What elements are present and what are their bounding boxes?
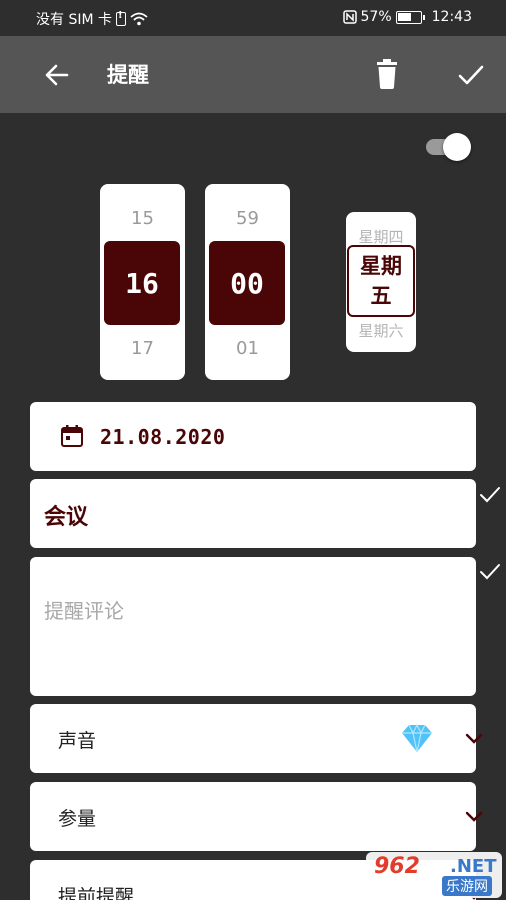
- hour-prev[interactable]: 15: [100, 208, 185, 229]
- diamond-icon: [402, 723, 432, 753]
- back-button[interactable]: [40, 58, 74, 92]
- day-picker[interactable]: 星期四 星期 五 星期六: [346, 212, 416, 352]
- chevron-down-icon: [465, 733, 483, 744]
- minute-selected[interactable]: 00: [209, 241, 285, 325]
- comment-field[interactable]: [30, 557, 476, 696]
- status-right: 57% 12:43: [342, 9, 472, 25]
- comment-confirm-check-icon[interactable]: [478, 559, 502, 583]
- status-bar: 没有 SIM 卡 57% 12:43: [0, 0, 506, 36]
- date-field[interactable]: 21.08.2020: [30, 402, 476, 471]
- page-title: 提醒: [107, 63, 149, 87]
- title-value: 会议: [44, 505, 89, 530]
- day-selected-line1: 星期: [360, 254, 402, 278]
- reminder-enabled-toggle[interactable]: [426, 133, 472, 161]
- watermark-domain: .NET: [450, 856, 497, 877]
- toolbar: 提醒: [0, 36, 506, 113]
- minute-picker[interactable]: 59 00 01: [205, 184, 290, 380]
- day-selected-line2: 五: [370, 284, 392, 308]
- toggle-thumb: [443, 133, 471, 161]
- minute-next[interactable]: 01: [205, 338, 290, 359]
- hour-selected[interactable]: 16: [104, 241, 180, 325]
- watermark-site: 乐游网: [442, 876, 492, 896]
- day-prev[interactable]: 星期四: [346, 226, 416, 247]
- save-button[interactable]: [454, 58, 488, 92]
- sound-option[interactable]: 声音: [30, 704, 483, 773]
- title-field[interactable]: 会议: [30, 479, 476, 548]
- calendar-icon: [61, 425, 83, 447]
- day-selected[interactable]: 星期 五: [347, 245, 415, 317]
- sim-alert-icon: [116, 10, 126, 26]
- comment-input[interactable]: [44, 599, 454, 623]
- arrow-left-icon: [45, 64, 69, 86]
- date-value: 21.08.2020: [100, 425, 226, 449]
- parameters-label: 参量: [58, 808, 97, 830]
- title-confirm-check-icon[interactable]: [478, 482, 502, 506]
- carrier-text: 没有 SIM 卡: [36, 12, 112, 28]
- clock: 12:43: [431, 9, 472, 25]
- battery-percent: 57%: [360, 9, 392, 25]
- advance-reminder-label: 提前提醒: [58, 886, 135, 900]
- day-next[interactable]: 星期六: [346, 320, 416, 341]
- parameters-option[interactable]: 参量: [30, 782, 483, 851]
- watermark-brand: 962: [374, 854, 420, 879]
- wifi-icon: [130, 12, 148, 26]
- hour-next[interactable]: 17: [100, 338, 185, 359]
- minute-prev[interactable]: 59: [205, 208, 290, 229]
- nfc-icon: [342, 10, 357, 24]
- check-icon: [458, 65, 484, 85]
- battery-charging-icon: [395, 10, 425, 24]
- chevron-down-icon: [465, 811, 483, 822]
- sound-label: 声音: [58, 730, 97, 752]
- watermark-logo: 962 .NET 乐游网: [366, 852, 502, 898]
- trash-icon: [377, 59, 397, 89]
- delete-button[interactable]: [370, 56, 404, 92]
- hour-picker[interactable]: 15 16 17: [100, 184, 185, 380]
- status-left: 没有 SIM 卡: [36, 9, 148, 29]
